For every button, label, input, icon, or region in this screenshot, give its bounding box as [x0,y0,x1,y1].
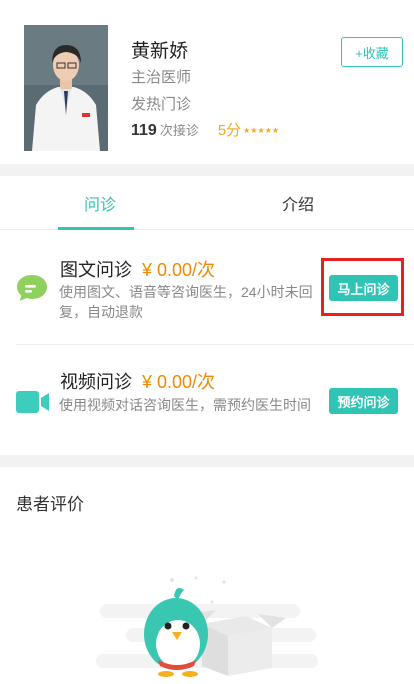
service-name: 图文问诊 [60,260,132,280]
doctor-score: 5分 [217,122,242,139]
chat-bubble-icon [16,274,48,307]
service-price: ¥ 0.00/次 [142,260,216,280]
doctor-stats: 119 次接诊 5分 ★★★★★ [131,119,279,140]
service-title: 视频问诊 ¥ 0.00/次 [60,368,215,394]
favorite-button[interactable]: +收藏 [341,37,403,67]
service-item-video-consult: 视频问诊 ¥ 0.00/次 使用视频对话咨询医生，需预约医生时间 预约问诊 [0,345,414,455]
service-name: 视频问诊 [60,372,132,392]
service-price: ¥ 0.00/次 [142,372,216,392]
highlight-box [321,258,404,316]
doctor-photo [24,25,108,151]
doctor-title: 主治医师 [131,69,192,86]
consult-count: 119 [131,122,157,139]
tab-consult[interactable]: 问诊 [50,176,150,230]
service-description: 使用视频对话咨询医生，需预约医生时间 [59,397,311,413]
section-divider [0,164,414,176]
tab-bar: 问诊 介绍 [0,176,414,230]
doctor-header: 黄新娇 主治医师 发热门诊 119 次接诊 5分 ★★★★★ +收藏 [0,0,414,164]
rating-stars-icon: ★★★★★ [243,126,280,135]
empty-reviews-mascot-icon [96,574,336,684]
consult-label: 次接诊 [159,123,199,138]
book-consult-button[interactable]: 预约问诊 [329,388,398,414]
service-description: 使用图文、语音等咨询医生，24小时未回复，自动退款 [59,284,313,320]
service-title: 图文问诊 ¥ 0.00/次 [60,256,215,282]
video-camera-icon [16,391,50,418]
reviews-title: 患者评价 [16,495,84,514]
doctor-department: 发热门诊 [131,96,192,113]
section-divider [0,455,414,467]
tab-intro[interactable]: 介绍 [248,176,348,230]
doctor-name: 黄新娇 [131,41,189,62]
